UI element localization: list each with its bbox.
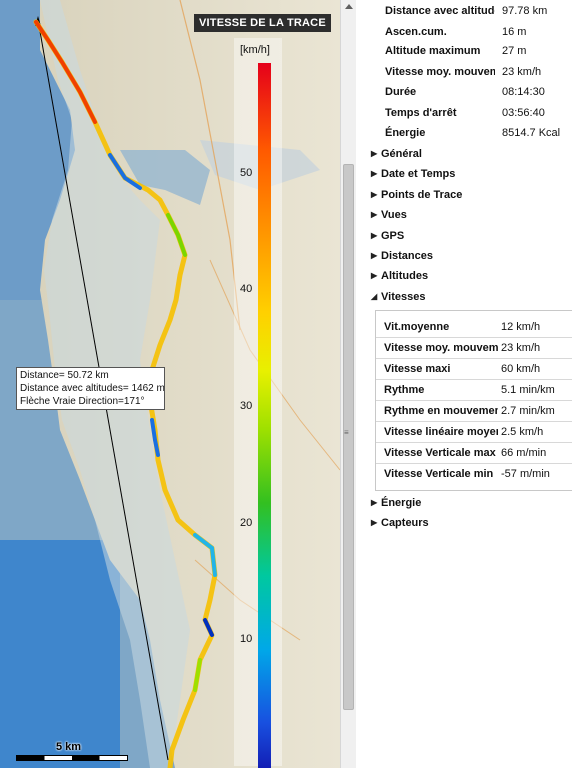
app-window: VITESSE DE LA TRACE [km/h] 50 40 30 20 1… bbox=[0, 0, 572, 768]
section-distances[interactable]: ▶ Distances bbox=[371, 247, 433, 265]
table-row: Vitesse Verticale max 66 m/min bbox=[376, 443, 572, 464]
triangle-right-icon: ▶ bbox=[371, 190, 378, 199]
speed-value: 60 km/h bbox=[501, 363, 541, 375]
stat-key: Durée bbox=[385, 86, 417, 98]
section-label: Points de Trace bbox=[381, 189, 463, 201]
scale-ruler bbox=[16, 755, 128, 761]
triangle-right-icon: ▶ bbox=[371, 271, 378, 280]
stat-row: Énergie 8514.7 Kcal bbox=[385, 124, 572, 142]
speeds-table: Vit.moyenne 12 km/h Vitesse moy. mouveme… bbox=[375, 310, 572, 491]
stat-key: Énergie bbox=[385, 127, 426, 139]
speed-key: Vitesse maxi bbox=[384, 363, 451, 375]
map-title: VITESSE DE LA TRACE bbox=[194, 14, 331, 32]
section-views[interactable]: ▶ Vues bbox=[371, 206, 407, 224]
speed-key: Vitesse Verticale max bbox=[384, 447, 496, 459]
section-label: Distances bbox=[381, 250, 433, 262]
section-energy[interactable]: ▶ Énergie bbox=[371, 494, 421, 512]
section-speeds[interactable]: ◢ Vitesses bbox=[371, 288, 425, 306]
section-general[interactable]: ▶ Général bbox=[371, 145, 422, 163]
properties-panel: Distance avec altitude 97.78 km Ascen.cu… bbox=[357, 0, 572, 768]
scale-label: 5 km bbox=[56, 741, 82, 753]
triangle-right-icon: ▶ bbox=[371, 498, 378, 507]
stat-value: 27 m bbox=[502, 45, 527, 57]
stat-row: Distance avec altitude 97.78 km bbox=[385, 2, 572, 20]
triangle-right-icon: ▶ bbox=[371, 210, 378, 219]
table-row: Rythme en mouvement 2.7 min/km bbox=[376, 401, 572, 422]
stat-row: Durée 08:14:30 bbox=[385, 83, 572, 101]
section-label: Capteurs bbox=[381, 517, 429, 529]
stat-key: Distance avec altitude bbox=[385, 5, 495, 17]
stat-value: 23 km/h bbox=[502, 66, 542, 78]
stat-key: Vitesse moy. mouvement bbox=[385, 66, 495, 78]
triangle-right-icon: ▶ bbox=[371, 149, 378, 158]
stat-row: Vitesse moy. mouvement 23 km/h bbox=[385, 63, 572, 81]
speed-value: -57 m/min bbox=[501, 468, 550, 480]
section-label: Date et Temps bbox=[381, 168, 456, 180]
section-track-points[interactable]: ▶ Points de Trace bbox=[371, 186, 462, 204]
table-row: Vitesse maxi 60 km/h bbox=[376, 359, 572, 380]
legend-tick: 10 bbox=[240, 633, 253, 645]
speed-key: Rythme bbox=[384, 384, 425, 396]
triangle-right-icon: ▶ bbox=[371, 169, 378, 178]
section-date-time[interactable]: ▶ Date et Temps bbox=[371, 165, 455, 183]
section-label: Vitesses bbox=[381, 291, 426, 303]
triangle-right-icon: ▶ bbox=[371, 251, 378, 260]
stat-row: Altitude maximum 27 m bbox=[385, 42, 572, 60]
map-scrollbar[interactable]: ≡ bbox=[340, 0, 356, 768]
speed-key: Vitesse moy. mouvement bbox=[384, 342, 498, 354]
stat-key: Temps d'arrêt bbox=[385, 107, 457, 119]
section-label: Général bbox=[381, 148, 422, 160]
speed-key: Rythme en mouvement bbox=[384, 405, 498, 417]
annotation-distance-altitudes: Distance avec altitudes= 1462 m bbox=[20, 383, 165, 394]
table-row: Vit.moyenne 12 km/h bbox=[376, 317, 572, 338]
speed-key: Vit.moyenne bbox=[384, 321, 450, 333]
stat-value: 8514.7 Kcal bbox=[502, 127, 561, 139]
speed-value: 2.5 km/h bbox=[501, 426, 544, 438]
table-row: Vitesse Verticale min -57 m/min bbox=[376, 464, 572, 485]
table-row: Vitesse moy. mouvement 23 km/h bbox=[376, 338, 572, 359]
annotation-direction: Flèche Vraie Direction=171° bbox=[20, 396, 145, 407]
stat-row: Temps d'arrêt 03:56:40 bbox=[385, 104, 572, 122]
section-label: GPS bbox=[381, 230, 405, 242]
speed-legend: [km/h] 50 40 30 20 10 bbox=[234, 38, 282, 768]
annotation-distance: Distance= 50.72 km bbox=[20, 370, 109, 381]
speed-key: Vitesse Verticale min bbox=[384, 468, 494, 480]
triangle-down-icon: ◢ bbox=[371, 292, 378, 301]
legend-unit: [km/h] bbox=[240, 44, 270, 56]
table-row: Vitesse linéaire moyenne 2.5 km/h bbox=[376, 422, 572, 443]
legend-tick: 40 bbox=[240, 283, 253, 295]
measure-annotation: Distance= 50.72 km Distance avec altitud… bbox=[16, 367, 165, 410]
stat-value: 03:56:40 bbox=[502, 107, 545, 119]
stat-row: Ascen.cum. 16 m bbox=[385, 23, 572, 41]
speed-value: 66 m/min bbox=[501, 447, 547, 459]
section-label: Vues bbox=[381, 209, 407, 221]
scale-bar: 5 km bbox=[14, 741, 134, 768]
stat-key: Ascen.cum. bbox=[385, 26, 447, 38]
stat-value: 16 m bbox=[502, 26, 527, 38]
table-row: Rythme 5.1 min/km bbox=[376, 380, 572, 401]
grip-icon: ≡ bbox=[344, 428, 349, 437]
legend-tick: 20 bbox=[240, 517, 253, 529]
legend-tick: 30 bbox=[240, 400, 253, 412]
legend-color-bar bbox=[258, 63, 271, 768]
section-label: Altitudes bbox=[381, 270, 429, 282]
scroll-up-arrow-icon[interactable] bbox=[345, 4, 353, 9]
triangle-right-icon: ▶ bbox=[371, 231, 378, 240]
legend-tick: 50 bbox=[240, 167, 253, 179]
section-sensors[interactable]: ▶ Capteurs bbox=[371, 514, 429, 532]
stat-value: 08:14:30 bbox=[502, 86, 545, 98]
section-altitudes[interactable]: ▶ Altitudes bbox=[371, 267, 428, 285]
section-label: Énergie bbox=[381, 497, 422, 509]
scrollbar-thumb[interactable] bbox=[343, 164, 354, 710]
stat-value: 97.78 km bbox=[502, 5, 548, 17]
section-gps[interactable]: ▶ GPS bbox=[371, 227, 404, 245]
speed-value: 23 km/h bbox=[501, 342, 541, 354]
map-view[interactable]: VITESSE DE LA TRACE [km/h] 50 40 30 20 1… bbox=[0, 0, 340, 768]
stat-key: Altitude maximum bbox=[385, 45, 481, 57]
speed-value: 12 km/h bbox=[501, 321, 541, 333]
speed-key: Vitesse linéaire moyenne bbox=[384, 426, 498, 438]
speed-value: 2.7 min/km bbox=[501, 405, 555, 417]
triangle-right-icon: ▶ bbox=[371, 518, 378, 527]
speed-value: 5.1 min/km bbox=[501, 384, 555, 396]
